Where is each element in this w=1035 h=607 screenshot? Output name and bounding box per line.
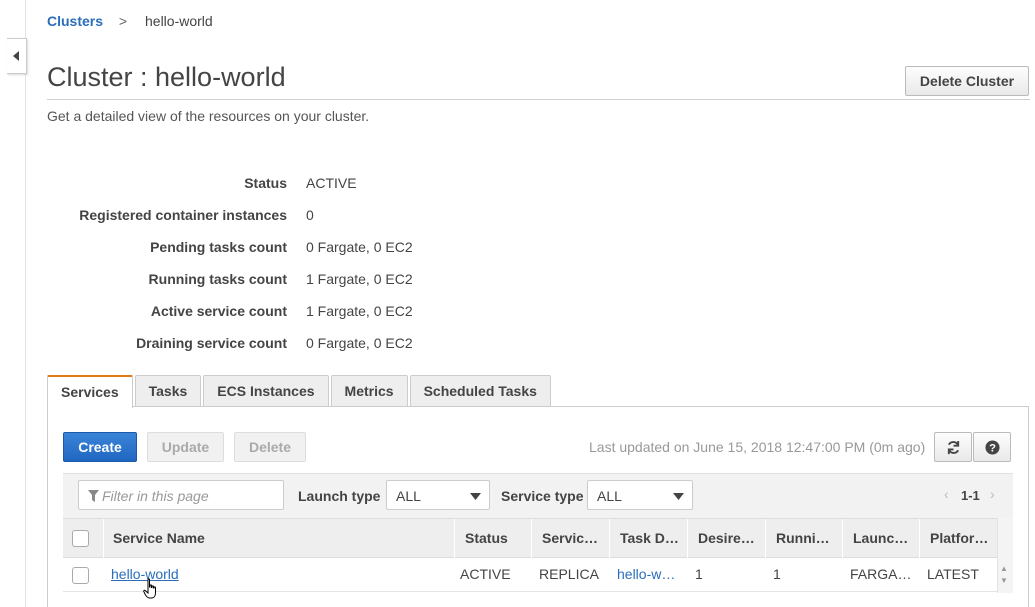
page-subtitle: Get a detailed view of the resources on … [47,108,370,124]
update-service-button[interactable]: Update [147,432,224,462]
hand-pointer-cursor-icon [143,578,156,599]
tab-ecs-instances[interactable]: ECS Instances [203,375,329,407]
breadcrumb: Clusters > hello-world [47,13,213,29]
column-desired-tasks[interactable]: Desire… [687,519,765,558]
delete-cluster-button[interactable]: Delete Cluster [905,66,1029,96]
service-type-label: Service type [501,488,584,504]
launch-type-label: Launch type [298,488,381,504]
refresh-button[interactable] [934,432,972,462]
create-service-button[interactable]: Create [63,432,137,462]
column-task-definition[interactable]: Task D… [609,519,687,558]
desired-count-cell: 1 [695,566,703,582]
launch-type-value: ALL [396,488,421,504]
column-service-type[interactable]: Servic… [531,519,609,558]
column-service-name[interactable]: Service Name [103,519,454,558]
breadcrumb-current: hello-world [145,13,213,29]
refresh-icon [947,440,960,455]
launch-type-select[interactable]: ALL [386,480,490,510]
tab-services[interactable]: Services [47,375,133,408]
tab-scheduled-tasks[interactable]: Scheduled Tasks [409,375,551,407]
status-cell: ACTIVE [460,566,511,582]
breadcrumb-separator: > [118,13,128,29]
help-button[interactable]: ? [973,432,1011,462]
tab-tasks[interactable]: Tasks [134,375,202,407]
launch-type-cell: FARGA… [850,566,912,582]
row-checkbox[interactable] [72,567,89,584]
status-value: ACTIVE [306,175,357,191]
chevron-down-icon [470,493,481,500]
platform-version-cell: LATEST [927,566,979,582]
scroll-down-arrow-icon[interactable]: ▼ [1000,576,1008,585]
title-divider [47,99,1030,100]
help-icon: ? [985,440,1000,455]
registered-instances-label: Registered container instances [79,207,287,223]
last-updated-text: Last updated on June 15, 2018 12:47:00 P… [589,439,926,455]
caret-left-icon [13,51,19,61]
filter-input[interactable]: Filter in this page [78,480,284,510]
column-launch-type[interactable]: Launc… [842,519,919,558]
delete-service-button[interactable]: Delete [234,432,306,462]
chevron-down-icon [673,493,684,500]
page-title: Cluster : hello-world [47,62,286,92]
running-tasks-value: 1 Fargate, 0 EC2 [306,271,413,287]
pager-previous-button[interactable]: ‹ [944,486,949,502]
draining-services-value: 0 Fargate, 0 EC2 [306,335,413,351]
filter-funnel-icon [88,490,99,502]
pending-tasks-label: Pending tasks count [150,239,287,255]
service-type-cell: REPLICA [539,566,599,582]
service-type-value: ALL [597,488,622,504]
tab-metrics[interactable]: Metrics [330,375,408,407]
pending-tasks-value: 0 Fargate, 0 EC2 [306,239,413,255]
filter-placeholder: Filter in this page [102,488,209,504]
column-status[interactable]: Status [454,519,531,558]
select-all-checkbox[interactable] [72,530,89,547]
status-label: Status [244,175,287,191]
svg-text:?: ? [989,443,996,455]
active-services-label: Active service count [150,303,287,319]
breadcrumb-clusters-link[interactable]: Clusters [47,13,103,29]
task-definition-link[interactable]: hello-w… [617,566,675,582]
pager-next-button[interactable]: › [990,486,995,502]
collapse-sidebar-button[interactable] [7,38,27,74]
service-type-select[interactable]: ALL [587,480,693,510]
services-table-header: Service Name Status Servic… Task D… Desi… [63,518,997,558]
table-row[interactable]: hello-world ACTIVE REPLICA hello-w… 1 1 … [63,559,997,592]
running-tasks-label: Running tasks count [148,271,287,287]
scroll-up-arrow-icon[interactable]: ▲ [1000,564,1008,573]
column-platform-version[interactable]: Platfor… [919,519,997,558]
task-definition-cell: hello-w… [609,559,687,591]
registered-instances-value: 0 [306,207,314,223]
pager-range: 1-1 [961,488,980,503]
draining-services-label: Draining service count [136,335,287,351]
active-services-value: 1 Fargate, 0 EC2 [306,303,413,319]
running-count-cell: 1 [773,566,781,582]
cluster-tabs: Services Tasks ECS Instances Metrics Sch… [47,375,553,408]
column-running-tasks[interactable]: Runni… [765,519,842,558]
